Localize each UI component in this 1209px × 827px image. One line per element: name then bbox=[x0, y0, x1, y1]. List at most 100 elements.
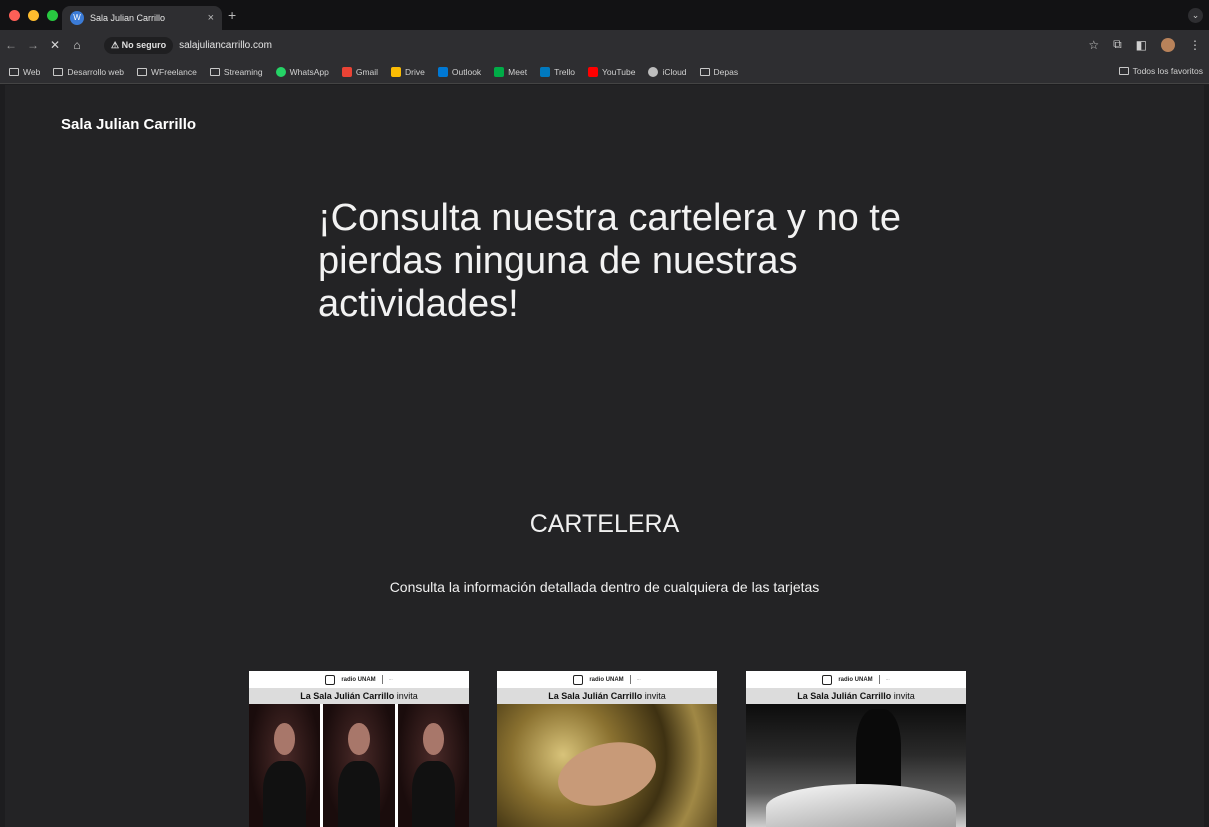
browser-chrome: W Sala Julian Carrillo × + ⌄ ← → ✕ ⌂ ⚠ N… bbox=[0, 0, 1209, 84]
divider bbox=[381, 675, 383, 684]
bookmark-folder[interactable]: Desarrollo web bbox=[53, 67, 124, 77]
bookmark-label: Desarrollo web bbox=[67, 66, 125, 77]
drive-icon bbox=[391, 66, 402, 77]
card-invite-bold: La Sala Julián Carrillo bbox=[548, 691, 643, 701]
card-invite-bold: La Sala Julián Carrillo bbox=[300, 691, 395, 701]
toolbar-actions: ☆ ⧉ ◧ ⋮ bbox=[1088, 37, 1201, 52]
bookmark-icloud[interactable]: iCloud bbox=[648, 66, 687, 77]
bookmark-folder[interactable]: Web bbox=[9, 67, 40, 77]
bookmark-folder[interactable]: WFreelance bbox=[137, 67, 197, 77]
home-icon[interactable]: ⌂ bbox=[66, 38, 88, 52]
bookmark-gmail[interactable]: Gmail bbox=[341, 66, 379, 77]
tab-title: Sala Julian Carrillo bbox=[90, 13, 166, 23]
section-title: CARTELERA bbox=[529, 510, 680, 538]
card-invite-bold: La Sala Julián Carrillo bbox=[797, 691, 892, 701]
bookmark-whatsapp[interactable]: WhatsApp bbox=[275, 66, 329, 77]
bookmark-label: Meet bbox=[508, 66, 528, 77]
folder-icon bbox=[137, 67, 148, 76]
divider bbox=[629, 675, 631, 684]
outlook-icon bbox=[437, 66, 448, 77]
stop-loading-icon[interactable]: ✕ bbox=[44, 38, 66, 52]
card-logo-text: radio UNAM bbox=[341, 676, 376, 683]
close-window-button[interactable] bbox=[9, 10, 20, 21]
whatsapp-icon bbox=[275, 66, 286, 77]
bookmark-label: Trello bbox=[554, 66, 576, 77]
extensions-icon[interactable]: ⧉ bbox=[1113, 37, 1122, 52]
bookmark-meet[interactable]: Meet bbox=[494, 66, 528, 77]
forward-icon[interactable]: → bbox=[22, 38, 44, 52]
card-logo-text: radio UNAM bbox=[589, 676, 624, 683]
site-title[interactable]: Sala Julian Carrillo bbox=[61, 116, 196, 133]
bookmark-label: YouTube bbox=[602, 66, 636, 77]
bookmark-label: Outlook bbox=[451, 66, 482, 77]
bookmark-outlook[interactable]: Outlook bbox=[437, 66, 482, 77]
site-favicon-icon: W bbox=[70, 11, 84, 25]
folder-icon bbox=[699, 67, 710, 76]
bookmark-label: WhatsApp bbox=[289, 66, 329, 77]
card-logo-subtext: ··· bbox=[388, 677, 393, 682]
bookmark-youtube[interactable]: YouTube bbox=[588, 66, 636, 77]
gmail-icon bbox=[341, 66, 352, 77]
face-in-leaves-photo bbox=[550, 732, 664, 816]
bookmark-label: Gmail bbox=[355, 66, 379, 77]
close-tab-icon[interactable]: × bbox=[208, 12, 214, 24]
profile-avatar[interactable] bbox=[1161, 37, 1175, 52]
folder-icon bbox=[209, 67, 220, 76]
bookmark-label: iCloud bbox=[662, 66, 687, 77]
card-invite: La Sala Julián Carrillo invita bbox=[249, 688, 469, 704]
bookmark-trello[interactable]: Trello bbox=[540, 66, 576, 77]
web-page: Sala Julian Carrillo ¡Consulta nuestra c… bbox=[5, 85, 1204, 827]
window-controls bbox=[9, 10, 58, 21]
minimize-window-button[interactable] bbox=[28, 10, 39, 21]
fabric-photo bbox=[766, 784, 956, 827]
performer-photo bbox=[397, 704, 469, 827]
url-text[interactable]: salajuliancarrillo.com bbox=[179, 40, 272, 51]
performer-photo bbox=[249, 704, 321, 827]
event-card[interactable]: radio UNAM ··· La Sala Julián Carrillo i… bbox=[249, 671, 469, 827]
card-invite-rest: invita bbox=[394, 691, 418, 701]
card-logo-header: radio UNAM ··· bbox=[497, 671, 717, 688]
new-tab-icon[interactable]: + bbox=[228, 7, 236, 23]
card-logo-header: radio UNAM ··· bbox=[249, 671, 469, 688]
card-logo-header: radio UNAM ··· bbox=[746, 671, 966, 688]
bookmark-label: WFreelance bbox=[151, 66, 197, 77]
event-image bbox=[249, 704, 469, 827]
tab-bar: W Sala Julian Carrillo × + ⌄ bbox=[0, 0, 1209, 30]
bookmark-folder[interactable]: Depas bbox=[699, 67, 738, 77]
event-image bbox=[497, 704, 717, 827]
side-panel-icon[interactable]: ◧ bbox=[1136, 38, 1147, 52]
card-invite-rest: invita bbox=[642, 691, 666, 701]
security-indicator[interactable]: ⚠ No seguro bbox=[104, 36, 174, 54]
divider bbox=[878, 675, 880, 684]
maximize-window-button[interactable] bbox=[47, 10, 58, 21]
bookmarks-bar: Web Desarrollo web WFreelance Streaming … bbox=[0, 60, 1209, 84]
card-logo-subtext: ··· bbox=[636, 677, 641, 682]
radio-unam-logo-icon bbox=[573, 674, 584, 685]
folder-icon bbox=[53, 67, 64, 76]
apple-icon bbox=[648, 66, 659, 77]
all-bookmarks-folder[interactable]: Todos los favoritos bbox=[1118, 66, 1203, 76]
bookmark-label: Drive bbox=[405, 66, 425, 77]
meet-icon bbox=[494, 66, 505, 77]
youtube-icon bbox=[588, 66, 599, 77]
back-icon[interactable]: ← bbox=[0, 38, 22, 52]
all-bookmarks-label: Todos los favoritos bbox=[1132, 66, 1203, 76]
event-card[interactable]: radio UNAM ··· La Sala Julián Carrillo i… bbox=[746, 671, 966, 827]
radio-unam-logo-icon bbox=[325, 674, 336, 685]
event-image bbox=[746, 704, 966, 827]
card-logo-text: radio UNAM bbox=[838, 676, 873, 683]
event-card[interactable]: radio UNAM ··· La Sala Julián Carrillo i… bbox=[497, 671, 717, 827]
bookmark-label: Streaming bbox=[223, 66, 263, 77]
performer-photo bbox=[323, 704, 395, 827]
bookmark-star-icon[interactable]: ☆ bbox=[1088, 38, 1099, 52]
address-bar[interactable]: ⚠ No seguro salajuliancarrillo.com bbox=[104, 35, 1059, 55]
card-invite: La Sala Julián Carrillo invita bbox=[497, 688, 717, 704]
tab-search-icon[interactable]: ⌄ bbox=[1188, 8, 1203, 23]
bookmark-folder[interactable]: Streaming bbox=[209, 66, 263, 77]
security-label: No seguro bbox=[121, 39, 167, 50]
active-tab[interactable]: W Sala Julian Carrillo × bbox=[62, 6, 222, 30]
folder-icon bbox=[1118, 67, 1129, 75]
hero-heading: ¡Consulta nuestra cartelera y no te pier… bbox=[318, 197, 901, 325]
bookmark-drive[interactable]: Drive bbox=[391, 66, 425, 77]
menu-icon[interactable]: ⋮ bbox=[1189, 38, 1201, 52]
